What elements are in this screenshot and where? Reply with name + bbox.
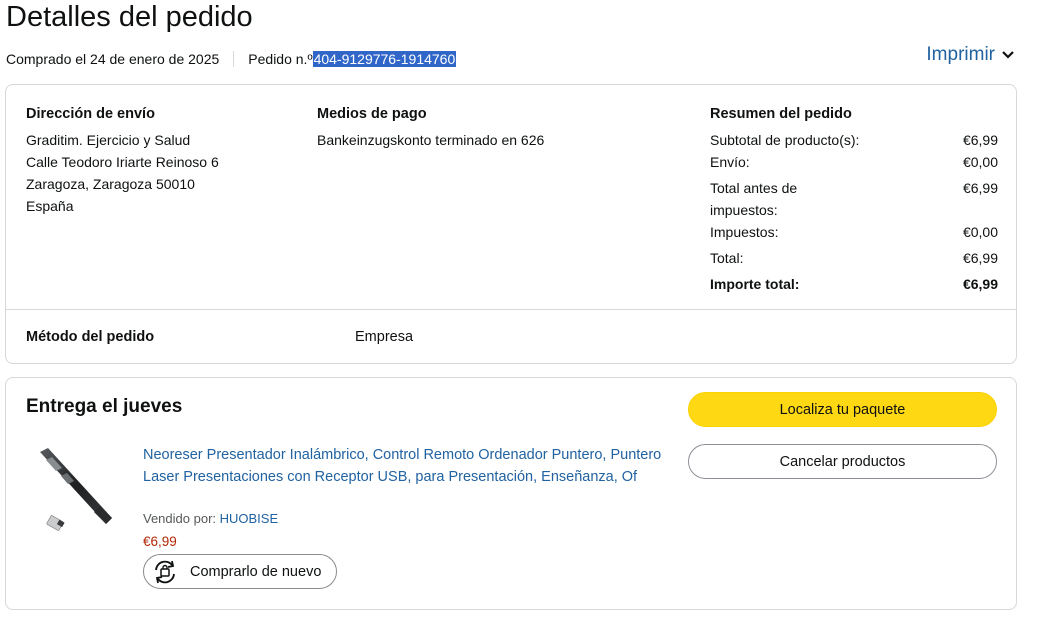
product-title-link[interactable]: Neoreser Presentador Inalámbrico, Contro… — [143, 444, 663, 488]
summary-heading: Resumen del pedido — [710, 106, 852, 122]
summary-row: Subtotal de producto(s): €6,99 — [710, 129, 998, 151]
address-line: Calle Teodoro Iriarte Reinoso 6 — [26, 154, 219, 170]
order-number-label: Pedido n.º — [248, 51, 313, 67]
summary-row: Impuestos: €0,00 — [710, 221, 998, 243]
print-dropdown[interactable]: Imprimir — [926, 44, 1015, 66]
summary-value: €0,00 — [962, 154, 998, 170]
address-line: Graditim. Ejercicio y Salud — [26, 132, 191, 148]
summary-value: €6,99 — [962, 132, 998, 148]
summary-value: €6,99 — [962, 250, 998, 266]
shipping-address: Dirección de envío Graditim. Ejercicio y… — [26, 103, 219, 217]
purchase-date: Comprado el 24 de enero de 2025 — [6, 51, 220, 67]
order-summary-card: Dirección de envío Graditim. Ejercicio y… — [5, 84, 1017, 364]
divider — [233, 51, 235, 67]
divider — [6, 309, 1016, 310]
order-meta: Comprado el 24 de enero de 2025 Pedido n… — [6, 51, 457, 67]
address-line: España — [26, 198, 74, 214]
payment-method-value: Bankeinzugskonto terminado en 626 — [317, 132, 545, 148]
summary-value: €6,99 — [962, 180, 998, 196]
seller-link[interactable]: HUOBISE — [220, 511, 279, 526]
summary-label: Envío: — [710, 154, 750, 170]
summary-label: Impuestos: — [710, 224, 779, 240]
buy-again-label: Comprarlo de nuevo — [190, 563, 322, 580]
summary-label: Subtotal de producto(s): — [710, 132, 860, 148]
payment-heading: Medios de pago — [317, 106, 427, 122]
summary-value: €0,00 — [962, 224, 998, 240]
summary-label: Total antes de impuestos: — [710, 180, 798, 218]
sold-by-label: Vendido por: — [143, 511, 220, 526]
grand-total-row: Importe total: €6,99 — [710, 273, 998, 295]
shipping-heading: Dirección de envío — [26, 106, 155, 122]
summary-label: Total: — [710, 250, 744, 266]
summary-row: Total antes de impuestos: €6,99 — [710, 177, 998, 221]
buy-again-button[interactable]: Comprarlo de nuevo — [143, 554, 337, 589]
product-price: €6,99 — [143, 534, 177, 549]
summary-row: Total: €6,99 — [710, 247, 998, 269]
delivery-card: Entrega el jueves Neoreser Presentador I… — [5, 377, 1017, 610]
order-method-label: Método del pedido — [26, 329, 155, 345]
delivery-title: Entrega el jueves — [26, 396, 183, 417]
order-totals: Resumen del pedido Subtotal de producto(… — [710, 103, 998, 295]
product-image[interactable] — [34, 446, 114, 538]
page-title: Detalles del pedido — [6, 1, 253, 33]
address-line: Zaragoza, Zaragoza 50010 — [26, 176, 195, 192]
grand-total-value: €6,99 — [962, 276, 998, 292]
chevron-down-icon — [1002, 51, 1014, 59]
sold-by: Vendido por: HUOBISE — [143, 511, 278, 526]
order-number[interactable]: 404-9129776-1914760 — [312, 51, 457, 67]
rebuy-icon — [155, 560, 175, 583]
cancel-items-button[interactable]: Cancelar productos — [688, 444, 997, 479]
payment-method: Medios de pago Bankeinzugskonto terminad… — [317, 103, 544, 151]
print-label: Imprimir — [926, 44, 995, 65]
summary-row: Envío: €0,00 — [710, 151, 998, 173]
track-package-button[interactable]: Localiza tu paquete — [688, 392, 997, 427]
grand-total-label: Importe total: — [710, 276, 800, 292]
order-method-value: Empresa — [355, 329, 414, 345]
